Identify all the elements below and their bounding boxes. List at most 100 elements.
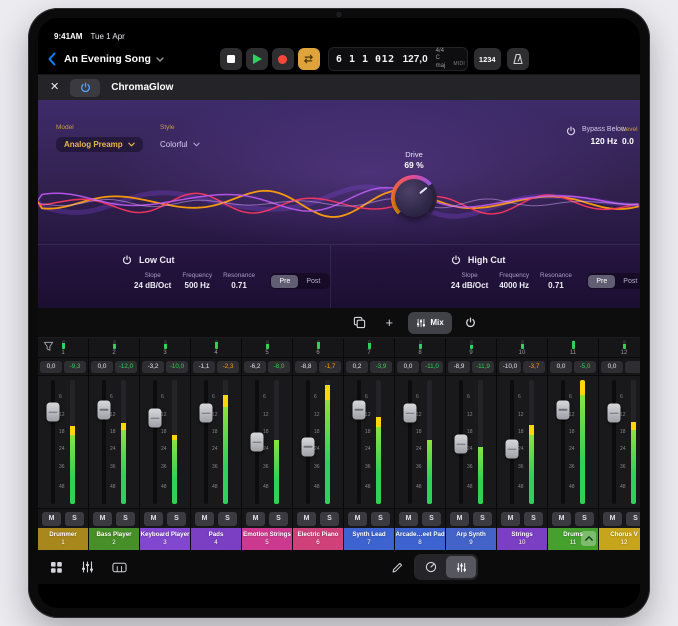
mix-button[interactable]: Mix [408, 312, 451, 334]
edit-pencil-button[interactable] [391, 561, 404, 574]
drive-knob[interactable] [391, 175, 437, 221]
mute-button[interactable]: M [450, 512, 469, 526]
channel-bridge[interactable]: 8 [395, 338, 445, 358]
mute-button[interactable]: M [93, 512, 112, 526]
peak-value[interactable]: -3,9 [370, 361, 392, 373]
fader-handle[interactable] [98, 400, 111, 419]
close-icon[interactable]: ✕ [50, 82, 59, 93]
channel-bridge[interactable]: 7 [344, 338, 394, 358]
solo-button[interactable]: S [575, 512, 594, 526]
mute-button[interactable]: M [552, 512, 571, 526]
channel-bridge[interactable]: 10 [497, 338, 547, 358]
volume-value[interactable]: 0,0 [40, 361, 62, 373]
slope-param[interactable]: Slope 24 dB/Oct [134, 272, 171, 290]
mute-button[interactable]: M [399, 512, 418, 526]
stop-button[interactable] [220, 48, 242, 70]
track-name-footer[interactable]: Drummer 1 [38, 528, 88, 550]
fader-handle[interactable] [557, 400, 570, 419]
metronome-button[interactable] [507, 48, 529, 70]
play-button[interactable] [246, 48, 268, 70]
solo-button[interactable]: S [422, 512, 441, 526]
count-in-button[interactable]: 1234 [474, 48, 501, 70]
channel-bridge[interactable]: 2 [89, 338, 139, 358]
cycle-button[interactable] [298, 48, 320, 70]
track-name-footer[interactable]: Arp Synth 9 [446, 528, 496, 550]
channel-bridge[interactable]: 9 [446, 338, 496, 358]
peak-value[interactable]: -2,3 [217, 361, 239, 373]
model-select[interactable]: Analog Preamp [56, 137, 143, 152]
bypass-below-control[interactable]: Bypass Below 120 Hz [566, 126, 626, 146]
fader-handle[interactable] [404, 404, 417, 423]
peak-value[interactable]: -11,9 [472, 361, 494, 373]
fader-handle[interactable] [149, 409, 162, 428]
channel-bridge[interactable]: 11 [548, 338, 598, 358]
lcd-display[interactable]: 6 1 1 012 127,0 4/4 C maj MIDI [328, 47, 468, 71]
solo-button[interactable]: S [218, 512, 237, 526]
mute-button[interactable]: M [195, 512, 214, 526]
frequency-param[interactable]: Frequency 4000 Hz [499, 272, 529, 290]
channel-bridge[interactable]: 6 [293, 338, 343, 358]
fader-handle[interactable] [47, 403, 60, 422]
volume-value[interactable]: -3,2 [142, 361, 164, 373]
fader-handle[interactable] [251, 433, 264, 452]
peak-value[interactable] [625, 361, 640, 373]
volume-value[interactable]: -8,8 [295, 361, 317, 373]
peak-value[interactable]: -11,0 [421, 361, 443, 373]
solo-button[interactable]: S [65, 512, 84, 526]
pre-button[interactable]: Pre [271, 275, 298, 288]
back-chevron-icon[interactable] [48, 52, 56, 66]
library-button[interactable] [50, 561, 63, 574]
track-name-footer[interactable]: Chorus V 12 [599, 528, 640, 550]
volume-value[interactable]: 0,0 [550, 361, 572, 373]
slope-param[interactable]: Slope 24 dB/Oct [451, 272, 488, 290]
track-name-footer[interactable]: Keyboard Player 3 [140, 528, 190, 550]
mute-button[interactable]: M [501, 512, 520, 526]
post-button[interactable]: Post [298, 275, 328, 288]
fader-handle[interactable] [200, 404, 213, 423]
channel-bridge[interactable]: 12 [599, 338, 640, 358]
copy-settings-button[interactable] [348, 312, 370, 334]
frequency-param[interactable]: Frequency 500 Hz [182, 272, 212, 290]
solo-button[interactable]: S [320, 512, 339, 526]
pre-button[interactable]: Pre [588, 275, 615, 288]
solo-button[interactable]: S [473, 512, 492, 526]
peak-value[interactable]: -1,7 [319, 361, 341, 373]
track-name-footer[interactable]: Electric Piano 6 [293, 528, 343, 550]
solo-button[interactable]: S [524, 512, 543, 526]
solo-button[interactable]: S [167, 512, 186, 526]
peak-value[interactable]: -5,0 [574, 361, 596, 373]
song-title[interactable]: An Evening Song [64, 53, 151, 65]
add-button[interactable]: + [378, 312, 400, 334]
fader-handle[interactable] [302, 437, 315, 456]
volume-value[interactable]: 0,0 [601, 361, 623, 373]
track-name-footer[interactable]: Emotion Strings 5 [242, 528, 292, 550]
mixer-power-button[interactable] [460, 312, 482, 334]
post-button[interactable]: Post [615, 275, 640, 288]
level-control[interactable]: Level 0.0 [622, 126, 640, 146]
channel-bridge[interactable]: 3 [140, 338, 190, 358]
mute-button[interactable]: M [297, 512, 316, 526]
volume-value[interactable]: 0,2 [346, 361, 368, 373]
channel-bridge[interactable]: 5 [242, 338, 292, 358]
fader-handle[interactable] [506, 440, 519, 459]
track-name-footer[interactable]: Drums 11 [548, 528, 598, 550]
style-select[interactable]: Colorful [160, 137, 200, 152]
keyboard-editor-button[interactable] [112, 562, 127, 573]
channel-bridge[interactable]: 4 [191, 338, 241, 358]
mute-button[interactable]: M [42, 512, 61, 526]
mixer-view-button[interactable] [81, 561, 94, 573]
fader-handle[interactable] [455, 435, 468, 454]
chevron-up-icon[interactable] [581, 531, 596, 546]
peak-value[interactable]: -9,3 [64, 361, 86, 373]
knob-view-button[interactable] [416, 556, 446, 578]
track-name-footer[interactable]: Arcade…eet Pad 8 [395, 528, 445, 550]
solo-button[interactable]: S [116, 512, 135, 526]
mute-button[interactable]: M [348, 512, 367, 526]
track-name-footer[interactable]: Synth Lead 7 [344, 528, 394, 550]
mute-button[interactable]: M [144, 512, 163, 526]
solo-button[interactable]: S [269, 512, 288, 526]
volume-value[interactable]: 0,0 [397, 361, 419, 373]
volume-value[interactable]: -10,0 [499, 361, 521, 373]
peak-value[interactable]: -8,0 [268, 361, 290, 373]
record-button[interactable] [272, 48, 294, 70]
